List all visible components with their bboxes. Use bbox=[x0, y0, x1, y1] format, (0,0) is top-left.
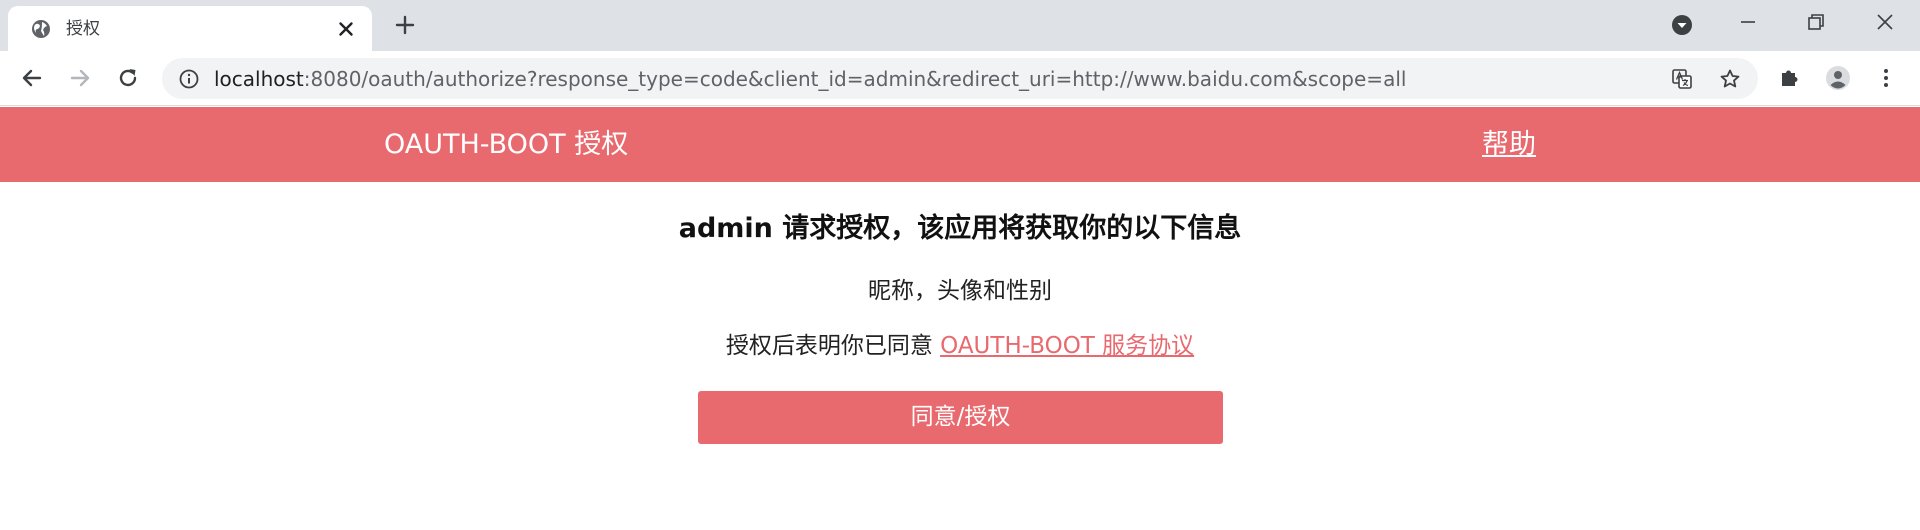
window-close-icon[interactable] bbox=[1872, 9, 1898, 35]
close-icon[interactable] bbox=[334, 17, 358, 41]
restore-icon[interactable] bbox=[1804, 10, 1828, 34]
consent-prefix: 授权后表明你已同意 bbox=[725, 333, 941, 359]
url-path: :8080/oauth/authorize?response_type=code… bbox=[303, 67, 1407, 91]
bookmark-star-icon[interactable] bbox=[1718, 67, 1742, 91]
authorization-heading: admin 请求授权，该应用将获取你的以下信息 bbox=[678, 213, 1242, 244]
authorize-button[interactable]: 同意/授权 bbox=[698, 391, 1223, 444]
browser-tab[interactable]: 授权 bbox=[8, 6, 372, 51]
site-info-icon[interactable] bbox=[178, 68, 200, 90]
url-text[interactable]: localhost:8080/oauth/authorize?response_… bbox=[214, 68, 1406, 90]
more-menu-icon[interactable] bbox=[1872, 64, 1900, 92]
help-link[interactable]: 帮助 bbox=[1482, 129, 1536, 161]
tab-strip: 授权 bbox=[0, 0, 1920, 51]
consent-text: 授权后表明你已同意 OAUTH-BOOT 服务协议 bbox=[0, 331, 1920, 361]
minimize-icon[interactable] bbox=[1736, 10, 1760, 34]
tab-title: 授权 bbox=[66, 19, 100, 39]
translate-icon[interactable] bbox=[1670, 67, 1694, 91]
page-header: OAUTH-BOOT 授权 帮助 bbox=[0, 107, 1920, 182]
reload-icon[interactable] bbox=[114, 64, 142, 92]
browser-toolbar: localhost:8080/oauth/authorize?response_… bbox=[0, 51, 1920, 106]
requested-scopes: 昵称，头像和性别 bbox=[868, 278, 1052, 304]
back-arrow-icon[interactable] bbox=[18, 64, 46, 92]
url-host: localhost bbox=[214, 67, 304, 91]
brand-title: OAUTH-BOOT 授权 bbox=[384, 129, 629, 160]
address-bar[interactable]: localhost:8080/oauth/authorize?response_… bbox=[162, 58, 1758, 99]
globe-icon bbox=[32, 20, 50, 38]
forward-arrow-icon[interactable] bbox=[66, 64, 94, 92]
extensions-puzzle-icon[interactable] bbox=[1776, 64, 1804, 92]
profile-avatar-icon[interactable] bbox=[1824, 64, 1852, 92]
new-tab-plus-icon[interactable] bbox=[392, 12, 418, 38]
service-agreement-link[interactable]: OAUTH-BOOT 服务协议 bbox=[940, 333, 1194, 359]
tab-search-icon[interactable] bbox=[1670, 13, 1694, 37]
